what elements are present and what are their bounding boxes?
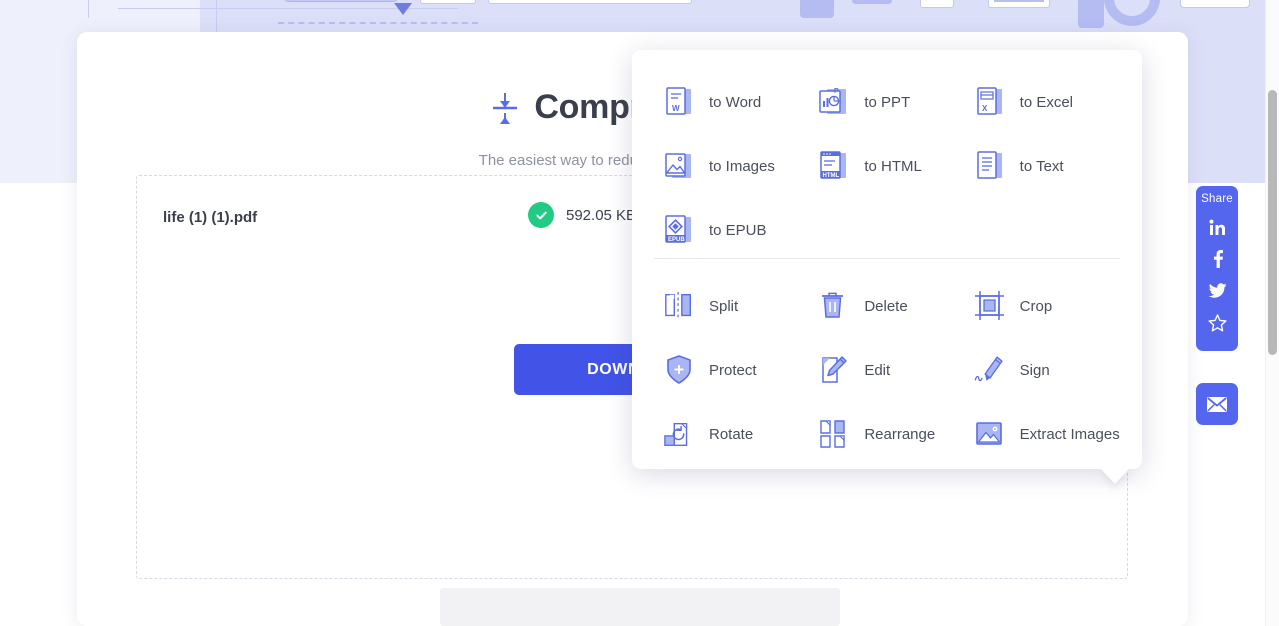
file-status: 592.05 KB	[528, 202, 636, 228]
star-icon[interactable]	[1196, 307, 1238, 339]
tool-sign-label: Sign	[1019, 361, 1050, 379]
doc-epub-icon: EPUB	[665, 215, 691, 243]
page-scrollbar-track[interactable]	[1265, 0, 1279, 626]
rotate-icon	[664, 422, 688, 446]
tool-rearrange-item[interactable]: Rearrange	[809, 402, 964, 466]
svg-text:HTML: HTML	[823, 173, 840, 179]
svg-text:P: P	[834, 88, 839, 95]
hero-decor-shape	[285, 0, 397, 2]
convert-to-html-label: to HTML	[864, 157, 922, 175]
bottom-placeholder-block	[440, 588, 840, 626]
convert-to-html-item[interactable]: HTML to HTML	[809, 134, 964, 198]
doc-word-icon: W	[666, 87, 691, 115]
page-scrollbar-thumb[interactable]	[1268, 90, 1277, 355]
doc-excel-icon: X	[976, 87, 1002, 115]
hero-decor-person	[852, 0, 892, 4]
convert-to-images-item[interactable]: to Images	[654, 134, 809, 198]
hero-decor-card	[420, 0, 476, 4]
hero-decor-person	[1078, 0, 1104, 28]
tool-protect-label: Protect	[709, 361, 757, 379]
tool-crop-label: Crop	[1019, 297, 1053, 315]
share-rail: Share	[1196, 186, 1238, 351]
tools-popup: W to Word P to PPT X to Excel to Images …	[632, 50, 1142, 469]
page-root: Compress PDF The easiest way to reduce P…	[0, 0, 1279, 626]
twitter-icon[interactable]	[1196, 275, 1238, 307]
facebook-icon[interactable]	[1196, 243, 1238, 275]
convert-to-epub-item[interactable]: EPUB to EPUB	[654, 198, 809, 262]
file-size: 592.05 KB	[566, 206, 637, 224]
convert-to-excel-item[interactable]: X to Excel	[965, 70, 1120, 134]
tool-split-label: Split	[709, 297, 739, 315]
crop-icon	[974, 291, 1004, 320]
tool-split-item[interactable]: Split	[654, 274, 809, 338]
tool-sign-item[interactable]: Sign	[965, 338, 1120, 402]
tool-crop-item[interactable]: Crop	[965, 274, 1120, 338]
tool-edit-item[interactable]: Edit	[809, 338, 964, 402]
hero-decor-bars	[994, 0, 1044, 6]
compress-icon	[493, 92, 518, 124]
hero-decor-dash	[278, 22, 478, 24]
convert-to-ppt-item[interactable]: P to PPT	[809, 70, 964, 134]
hero-decor-card	[1180, 0, 1250, 8]
svg-text:W: W	[672, 104, 680, 113]
convert-to-text-label: to Text	[1019, 157, 1064, 175]
grid-spacer	[965, 198, 1120, 262]
doc-images-icon	[665, 153, 691, 178]
hero-decor-line	[88, 0, 89, 18]
shield-plus-icon	[667, 355, 691, 384]
popup-pointer	[1100, 468, 1130, 484]
file-name: life (1) (1).pdf	[163, 208, 258, 226]
convert-to-excel-label: to Excel	[1019, 93, 1074, 111]
doc-html-icon: HTML	[820, 151, 847, 179]
doc-ppt-icon: P	[819, 88, 847, 114]
split-icon	[665, 291, 691, 321]
svg-text:EPUB: EPUB	[668, 237, 685, 243]
tool-rotate-item[interactable]: Rotate	[654, 402, 809, 466]
doc-text-icon	[976, 151, 1002, 179]
email-share-button[interactable]	[1196, 383, 1238, 425]
convert-to-word-label: to Word	[709, 93, 762, 111]
rearrange-icon	[820, 420, 846, 448]
extract-images-icon	[975, 422, 1002, 445]
trash-icon	[822, 292, 844, 318]
convert-to-text-item[interactable]: to Text	[965, 134, 1120, 198]
convert-to-word-item[interactable]: W to Word	[654, 70, 809, 134]
tool-rearrange-label: Rearrange	[864, 425, 936, 443]
hero-decor-card	[488, 0, 692, 4]
svg-text:X: X	[982, 104, 988, 113]
share-rail-label: Share	[1201, 193, 1233, 205]
convert-options-grid: W to Word P to PPT X to Excel to Images …	[654, 70, 1120, 262]
linkedin-icon[interactable]	[1196, 211, 1238, 243]
tool-delete-item[interactable]: Delete	[809, 274, 964, 338]
signature-pen-icon	[974, 356, 1003, 382]
pencil-doc-icon	[822, 356, 848, 383]
tool-extract-images-label: Extract Images	[1019, 425, 1120, 443]
tool-protect-item[interactable]: Protect	[654, 338, 809, 402]
convert-to-images-label: to Images	[709, 157, 775, 175]
tool-rotate-label: Rotate	[709, 425, 754, 443]
tool-options-grid: Split Delete Crop Protect Edit Sign Rota…	[654, 274, 1120, 466]
tool-edit-label: Edit	[864, 361, 891, 379]
envelope-icon	[1207, 396, 1227, 412]
hero-decor-card	[920, 0, 954, 8]
tool-extract-images-item[interactable]: Extract Images	[965, 402, 1120, 466]
popup-divider	[654, 258, 1120, 259]
tool-delete-label: Delete	[864, 297, 908, 315]
hero-decor-arrow	[394, 3, 412, 15]
hero-decor-person	[800, 0, 834, 18]
grid-spacer	[809, 198, 964, 262]
convert-to-epub-label: to EPUB	[709, 221, 767, 239]
check-circle-icon	[528, 202, 554, 228]
convert-to-ppt-label: to PPT	[864, 93, 911, 111]
